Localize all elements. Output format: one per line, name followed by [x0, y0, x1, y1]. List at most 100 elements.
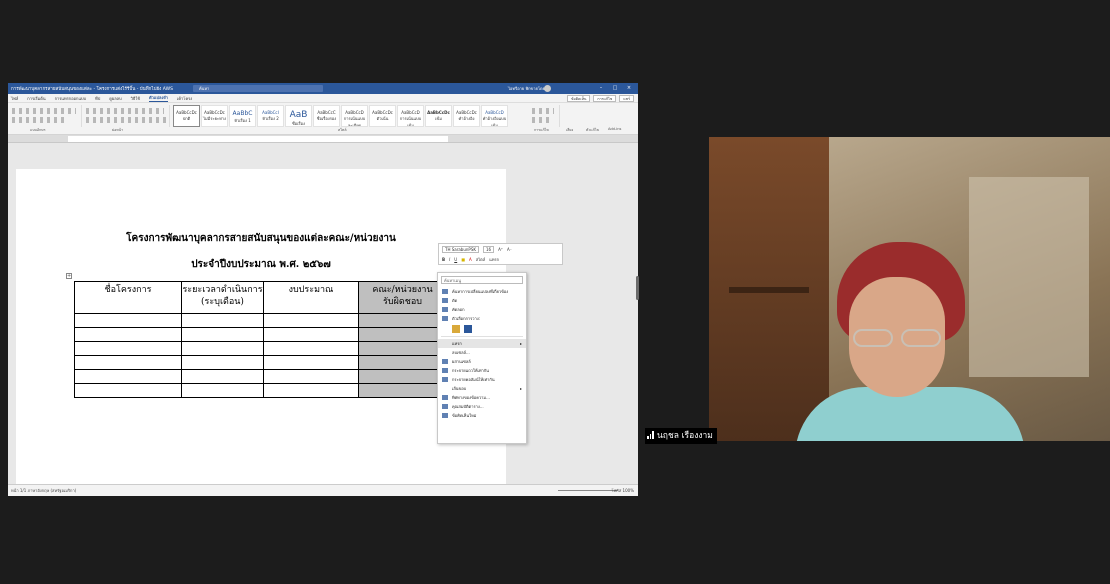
menu-item-cut[interactable]: ตัด	[438, 296, 526, 305]
table-cell[interactable]	[181, 383, 264, 398]
table-cell[interactable]	[358, 341, 447, 356]
menu-item-copy[interactable]: คัดลอก	[438, 305, 526, 314]
style-heading2[interactable]: AaBbCcI หัวเรื่อง 2	[257, 105, 284, 127]
menu-item-table-properties[interactable]: คุณสมบัติตาราง...	[438, 402, 526, 411]
style-strong[interactable]: AaBbCcDc เข้ม	[425, 105, 452, 127]
table-cell[interactable]	[263, 355, 359, 370]
menu-draw[interactable]: ทีป	[95, 95, 100, 102]
header-unit[interactable]: คณะ/หน่วยงาน รับผิดชอบ	[358, 281, 447, 314]
style-subtitle[interactable]: AaBbCcC ชื่อเรื่องรอง	[313, 105, 340, 127]
style-quote[interactable]: AaBbCcDc คำอ้างอิง	[453, 105, 480, 127]
table-cell[interactable]	[74, 383, 182, 398]
editing-button[interactable]: การแก้ไข	[593, 95, 617, 102]
split-drag-handle[interactable]	[636, 276, 639, 300]
header-duration[interactable]: ระยะเวลาดำเนินการ (ระบุเดือน)	[181, 281, 264, 314]
table-cell[interactable]	[181, 313, 264, 328]
menu-item-merge-cells[interactable]: ผสานเซลล์	[438, 357, 526, 366]
style-heading1[interactable]: AaBbC หัวเรื่อง 1	[229, 105, 256, 127]
context-search[interactable]: ค้นหาเมนู	[441, 276, 523, 284]
menu-item-borders[interactable]: เส้นขอบ ▸	[438, 384, 526, 393]
minimize-icon[interactable]: –	[594, 83, 608, 94]
table-row	[74, 313, 447, 328]
style-title[interactable]: AaB ชื่อเรื่อง	[285, 105, 312, 127]
style-intense-quote[interactable]: AaBbCcD คำอ้างอิงแบบเข้ม	[481, 105, 508, 127]
menu-file[interactable]: ไฟล์	[11, 95, 18, 102]
table-cell[interactable]	[263, 341, 359, 356]
table-cell[interactable]	[263, 383, 359, 398]
table-row	[74, 383, 447, 398]
avatar[interactable]	[544, 85, 551, 92]
close-icon[interactable]: ×	[622, 83, 636, 94]
table-cell[interactable]	[358, 355, 447, 370]
table-cell[interactable]	[358, 313, 447, 328]
font-size-box[interactable]: 16	[483, 245, 495, 253]
menu-insert[interactable]: การแทรกออกแบบ	[55, 95, 86, 102]
menu-item-text-direction[interactable]: ทิศทางของข้อความ...	[438, 393, 526, 402]
table-cell[interactable]	[263, 313, 359, 328]
style-emphasis[interactable]: AaBbCcDc ตัวเน้น	[369, 105, 396, 127]
table-cell[interactable]	[74, 313, 182, 328]
copy-icon	[442, 307, 448, 312]
maximize-icon[interactable]: □	[608, 83, 622, 94]
font-color-icon[interactable]: A	[469, 257, 472, 262]
participant-video[interactable]	[709, 137, 1110, 441]
word-menubar: ไฟล์ การเริ่มต้น การแทรกออกแบบ ทีป ดูผลล…	[8, 94, 638, 103]
highlight-icon[interactable]: ■	[461, 257, 465, 262]
menu-item-search-changes[interactable]: ค้นหาการเปลี่ยนแปลงที่เกี่ยวข้อง	[438, 287, 526, 296]
style-no-spacing[interactable]: AaBbCcDc ไม่มีระยะห่าง	[201, 105, 228, 127]
doc-title: โครงการพัฒนาบุคลากรสายสนับสนุนของแต่ละคณ…	[126, 233, 396, 244]
menu-help[interactable]: วิธีใช้	[131, 95, 140, 102]
table-cell[interactable]	[263, 327, 359, 342]
table-row	[74, 369, 447, 384]
table-header-row: ชื่อโครงการ ระยะเวลาดำเนินการ (ระบุเดือน…	[74, 281, 447, 314]
styles-button[interactable]: สไตล์	[476, 256, 486, 263]
paste-keep-icon[interactable]	[452, 324, 460, 333]
chevron-right-icon: ▸	[519, 386, 522, 391]
menu-item-insert[interactable]: แทรก ▸	[438, 339, 526, 348]
comments-button[interactable]: ข้อคิดเห็น	[567, 95, 591, 102]
table-cell[interactable]	[181, 369, 264, 384]
menu-home[interactable]: การเริ่มต้น	[27, 95, 45, 102]
table-cell[interactable]	[181, 341, 264, 356]
table-move-handle-icon[interactable]: +	[66, 273, 72, 279]
signal-bars-icon	[647, 431, 655, 439]
zoom-slider[interactable]	[558, 490, 618, 491]
user-name: ไอทรีอาย พิกขายโดยง	[508, 86, 547, 91]
grow-font-icon[interactable]: A⁺	[498, 247, 503, 252]
menu-layout[interactable]: เค้าโครง	[177, 95, 192, 102]
shrink-font-icon[interactable]: A⁻	[507, 247, 512, 252]
voice-group-label: เสียง	[566, 128, 574, 132]
underline-button[interactable]: U	[454, 257, 457, 262]
menu-item-distribute-rows[interactable]: กระจายแถวให้เท่ากัน	[438, 366, 526, 375]
search-box[interactable]: ค้นหา	[193, 85, 323, 92]
table-cell[interactable]	[74, 355, 182, 370]
table-cell[interactable]	[74, 327, 182, 342]
table-cell[interactable]	[263, 369, 359, 384]
menu-item-distribute-columns[interactable]: กระจายคอลัมน์ให้เท่ากัน	[438, 375, 526, 384]
font-name-box[interactable]: TH SarabunPSK	[442, 245, 479, 253]
insert-button[interactable]: แทรก	[489, 256, 499, 263]
header-budget[interactable]: งบประมาณ	[263, 281, 359, 314]
share-button[interactable]: แชร์	[619, 95, 634, 102]
table-cell[interactable]	[74, 369, 182, 384]
table-cell[interactable]	[181, 327, 264, 342]
italic-button[interactable]: I	[449, 257, 450, 262]
style-subtle-emphasis[interactable]: AaBbCcD การเน้นแบบละเอียด	[341, 105, 368, 127]
style-normal[interactable]: AaBbCcDc ปกติ	[173, 105, 200, 127]
paste-text-icon[interactable]	[464, 324, 472, 333]
table-cell[interactable]	[74, 341, 182, 356]
table-row	[74, 355, 447, 370]
table-cell[interactable]	[181, 355, 264, 370]
menu-item-new-comment[interactable]: ข้อคิดเห็นใหม่	[438, 411, 526, 420]
table-cell[interactable]	[358, 369, 447, 384]
bold-button[interactable]: B	[442, 257, 445, 262]
table-cell[interactable]	[358, 327, 447, 342]
paragraph-group-label: ย่อหน้า	[112, 128, 124, 132]
style-intense-emphasis[interactable]: AaBbCcD การเน้นแบบเข้ม	[397, 105, 424, 127]
menu-item-delete-cells[interactable]: ลบเซลล์...	[438, 348, 526, 357]
menu-item-paste-options: ตัวเลือกการวาง:	[438, 314, 526, 323]
table-cell[interactable]	[358, 383, 447, 398]
menu-table-design[interactable]: ตัวแปลงจำ	[149, 94, 168, 102]
menu-review[interactable]: ดูผลลบ	[109, 95, 121, 102]
header-project-name[interactable]: ชื่อโครงการ	[74, 281, 182, 314]
